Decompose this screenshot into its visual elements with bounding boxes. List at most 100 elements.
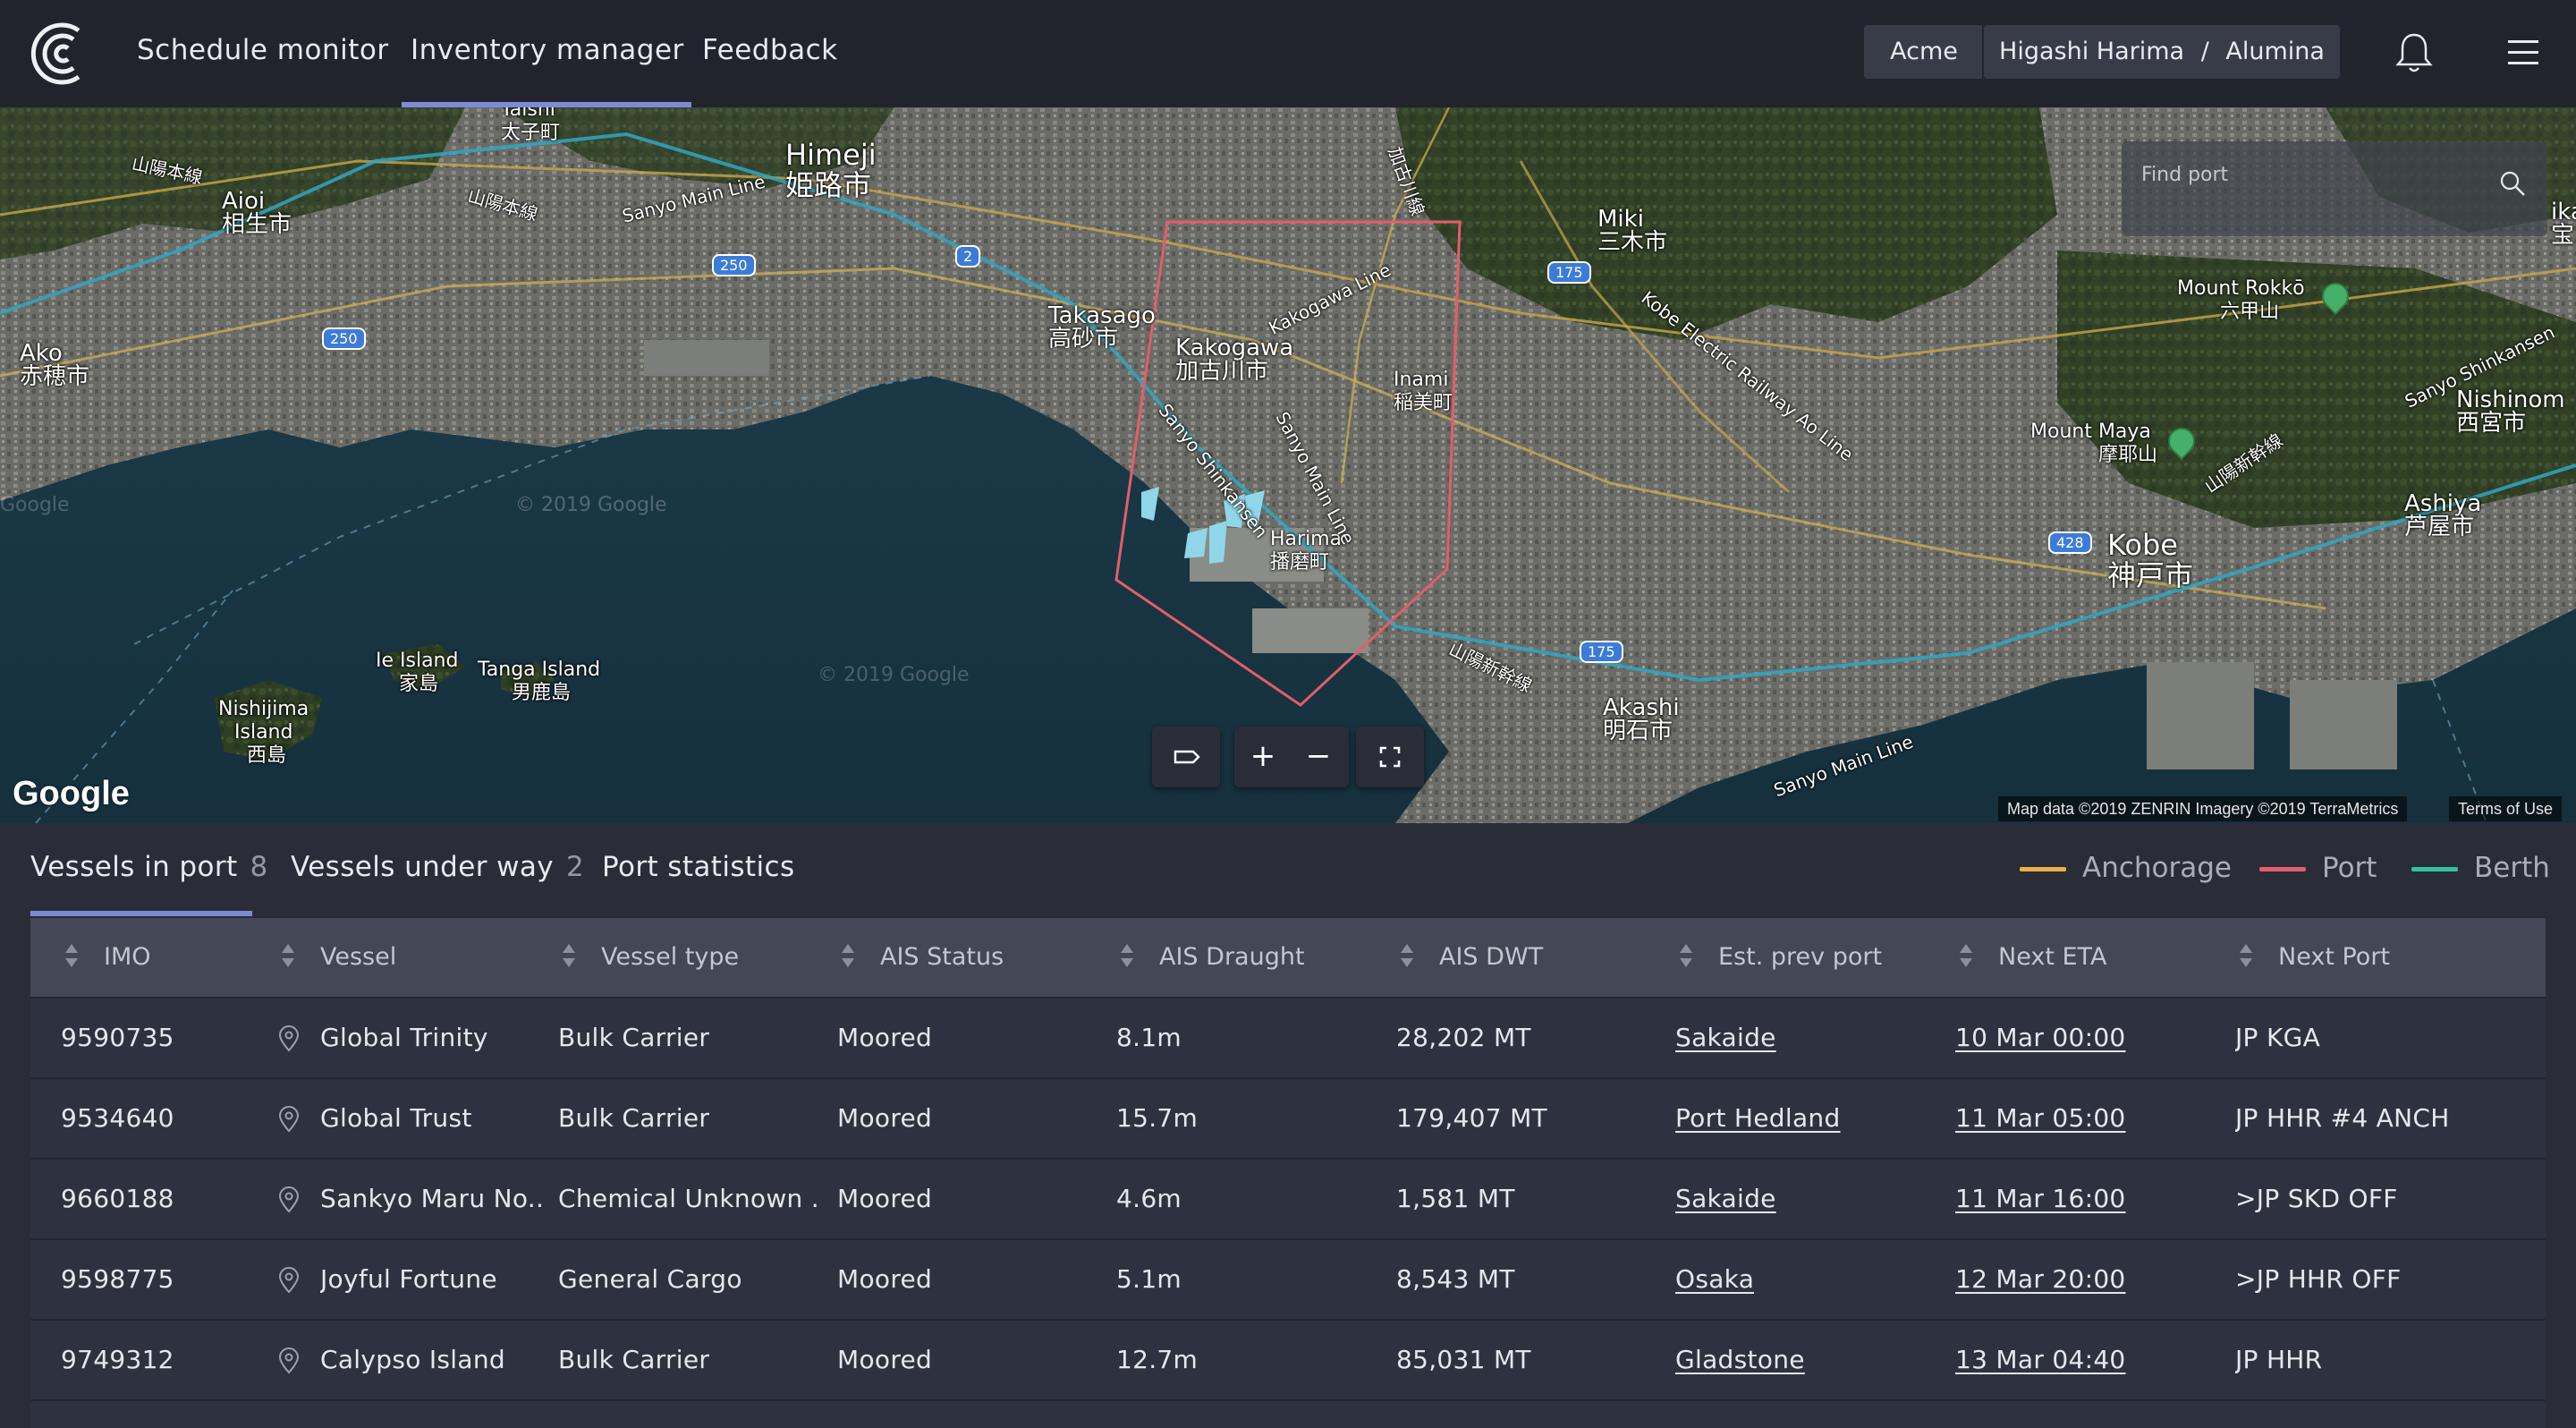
cell-ais-draught: 12.7m — [1116, 1345, 1199, 1374]
port-commodity-selector[interactable]: Higashi Harima / Alumina — [1984, 25, 2340, 79]
sort-icon[interactable] — [1120, 942, 1134, 969]
column-header-next-eta[interactable]: Next ETA — [1959, 918, 2106, 997]
commodity-name: Alumina — [2225, 38, 2325, 65]
cell-ais-status: Moored — [837, 1184, 933, 1213]
table-header: IMO Vessel Vessel type AIS Status AIS Dr… — [30, 918, 2546, 999]
cell-next-eta-link[interactable]: 11 Mar 05:00 — [1955, 1079, 2126, 1158]
sort-icon[interactable] — [64, 942, 79, 969]
column-header-vessel-type[interactable]: Vessel type — [562, 918, 739, 997]
map-pin-icon[interactable] — [277, 1267, 301, 1294]
map-label-kobe: Kobe 神戸市 — [2107, 528, 2194, 592]
legend-swatch — [2020, 867, 2066, 871]
bell-icon[interactable] — [2388, 27, 2440, 79]
map-label-toggle[interactable] — [1152, 727, 1220, 787]
cell-ais-draught: 4.6m — [1116, 1184, 1182, 1213]
cell-ais-status: Moored — [837, 1023, 933, 1052]
nav-feedback[interactable]: Feedback — [702, 0, 838, 107]
nav-inventory-manager[interactable]: Inventory manager — [402, 0, 691, 107]
cell-vessel[interactable]: Global Trinity — [320, 999, 544, 1077]
cell-next-eta-link[interactable]: 10 Mar 00:00 — [1955, 999, 2126, 1077]
cell-vessel-type: Chemical Unknown ... — [558, 1184, 818, 1213]
cell-prev-port-link[interactable]: Port Hedland — [1675, 1079, 1841, 1158]
zoom-out-button[interactable]: − — [1292, 727, 1345, 787]
tab-label: Vessels in port — [30, 851, 238, 883]
map-label-inami: Inami 稲美町 — [1394, 369, 1453, 414]
sort-icon[interactable] — [1959, 942, 1973, 969]
table-row[interactable]: 9590735 Global Trinity Bulk Carrier Moor… — [30, 999, 2546, 1079]
cell-prev-port-link[interactable]: Gladstone — [1675, 1321, 1805, 1399]
hamburger-menu-icon[interactable] — [2497, 27, 2549, 79]
cell-next-eta-link[interactable]: 12 Mar 20:00 — [1955, 1240, 2126, 1319]
fullscreen-icon[interactable] — [1363, 727, 1417, 787]
cell-vessel-type: General Cargo — [558, 1264, 742, 1294]
cell-vessel[interactable]: Global Trust — [320, 1079, 544, 1158]
map-attribution: Map data ©2019 ZENRIN Imagery ©2019 Terr… — [1998, 796, 2408, 821]
vessels-table: IMO Vessel Vessel type AIS Status AIS Dr… — [30, 918, 2546, 1428]
table-row[interactable]: 9598775 Joyful Fortune General Cargo Moo… — [30, 1240, 2546, 1321]
map-label-ako: Ako 赤穂市 — [20, 340, 90, 390]
map-label-tanga-island: Tanga Island 男鹿島 — [478, 659, 601, 704]
cell-imo: 9660188 — [61, 1184, 174, 1213]
map-label-edge: ika宝 — [2551, 199, 2576, 249]
cell-prev-port-link[interactable]: Osaka — [1675, 1240, 1754, 1319]
map-pin-icon[interactable] — [277, 1347, 301, 1374]
table-row[interactable]: 9534640 Global Trust Bulk Carrier Moored… — [30, 1079, 2546, 1160]
table-row[interactable]: 9749312 Calypso Island Bulk Carrier Moor… — [30, 1321, 2546, 1401]
column-header-next-port[interactable]: Next Port — [2239, 918, 2390, 997]
sort-icon[interactable] — [1679, 942, 1693, 969]
column-header-ais-status[interactable]: AIS Status — [841, 918, 1004, 997]
cell-next-eta-link[interactable]: 13 Mar 04:40 — [1955, 1321, 2126, 1399]
cell-imo: 9598775 — [61, 1264, 174, 1294]
map-pin-icon[interactable] — [277, 1025, 301, 1052]
cell-ais-dwt: 179,407 MT — [1396, 1103, 1547, 1133]
map-pin-icon[interactable] — [277, 1186, 301, 1213]
terms-of-use-link[interactable]: Terms of Use — [2449, 796, 2563, 821]
sort-icon[interactable] — [562, 942, 576, 969]
sort-icon[interactable] — [281, 942, 295, 969]
road-shield: 2 — [955, 245, 981, 268]
tab-label: Port statistics — [602, 851, 795, 883]
column-header-ais-draught[interactable]: AIS Draught — [1120, 918, 1305, 997]
sort-icon[interactable] — [1400, 942, 1414, 969]
cell-vessel[interactable]: Joyful Fortune — [320, 1240, 544, 1319]
org-selector[interactable]: Acme — [1864, 25, 1984, 79]
tab-count: 8 — [250, 851, 268, 883]
cell-ais-draught: 15.7m — [1116, 1103, 1199, 1133]
app-logo-icon[interactable] — [27, 18, 95, 89]
table-row[interactable]: 9660188 Sankyo Maru No... Chemical Unkno… — [30, 1160, 2546, 1240]
label-tag-icon[interactable] — [1159, 727, 1213, 787]
cell-ais-status: Moored — [837, 1264, 933, 1294]
tab-vessels-in-port[interactable]: Vessels in port 8 — [30, 823, 267, 916]
road-shield: 175 — [1547, 261, 1591, 284]
column-header-imo[interactable]: IMO — [64, 918, 151, 997]
nav-schedule-monitor[interactable]: Schedule monitor — [137, 0, 389, 107]
port-map[interactable]: Himeji 姫路市 Aioi 相生市 Ako 赤穂市 Taishi 太子町 Takas… — [0, 107, 2576, 823]
road-shield: 250 — [712, 254, 756, 276]
map-label-miki: Miki 三木市 — [1597, 206, 1668, 256]
cell-prev-port-link[interactable]: Sakaide — [1675, 1160, 1776, 1238]
column-header-vessel[interactable]: Vessel — [281, 918, 396, 997]
cell-vessel[interactable]: Calypso Island — [320, 1321, 544, 1399]
search-icon[interactable] — [2497, 168, 2528, 199]
cell-vessel[interactable]: Sankyo Maru No... — [320, 1160, 544, 1238]
cell-ais-dwt: 1,581 MT — [1396, 1184, 1515, 1213]
tab-port-statistics[interactable]: Port statistics — [602, 823, 795, 916]
find-port-input[interactable] — [2140, 156, 2483, 193]
fullscreen-control[interactable] — [1356, 727, 1424, 787]
cell-next-eta-link[interactable]: 11 Mar 16:00 — [1955, 1160, 2126, 1238]
column-header-prev-port[interactable]: Est. prev port — [1679, 918, 1882, 997]
tab-vessels-under-way[interactable]: Vessels under way 2 — [291, 823, 584, 916]
cell-prev-port-link[interactable]: Sakaide — [1675, 999, 1776, 1077]
table-row[interactable] — [30, 1401, 2546, 1428]
sort-icon[interactable] — [841, 942, 855, 969]
cell-next-port: JP HHR — [2235, 1345, 2323, 1374]
map-label-nishinomiya: Nishinom 西宮市 — [2456, 387, 2565, 437]
column-header-ais-dwt[interactable]: AIS DWT — [1400, 918, 1543, 997]
map-label-takasago: Takasago 高砂市 — [1048, 302, 1156, 353]
map-label-himeji: Himeji 姫路市 — [785, 138, 877, 202]
cell-next-port: >JP HHR OFF — [2235, 1264, 2402, 1294]
map-label-aioi: Aioi 相生市 — [222, 188, 292, 238]
map-pin-icon[interactable] — [277, 1106, 301, 1133]
zoom-in-button[interactable]: + — [1236, 727, 1290, 787]
sort-icon[interactable] — [2239, 942, 2253, 969]
